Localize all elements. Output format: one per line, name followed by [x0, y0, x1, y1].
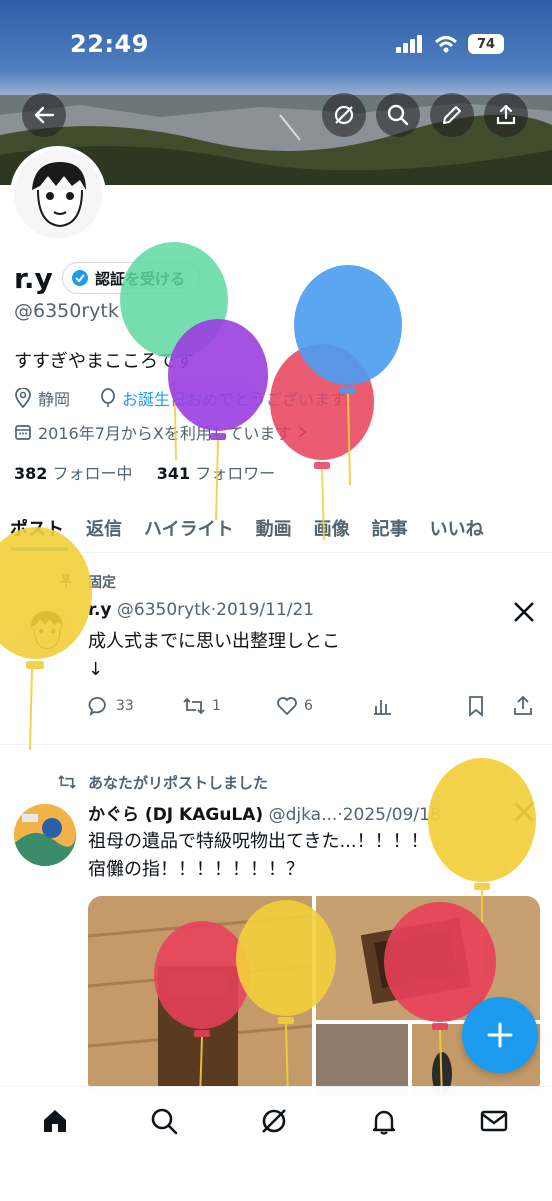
- search-button[interactable]: [376, 93, 420, 137]
- bottom-navigation: [0, 1086, 552, 1201]
- balloon-purple: [168, 319, 268, 521]
- home-icon: [44, 1110, 66, 1132]
- pencil-icon: [443, 106, 461, 124]
- nav-messages[interactable]: [474, 1101, 514, 1141]
- balloon-red-center: [154, 921, 250, 1100]
- balloon-red-right: [384, 902, 496, 1100]
- wifi-icon: [434, 36, 458, 53]
- profile-avatar[interactable]: [10, 146, 106, 242]
- grok-icon: [334, 105, 354, 125]
- battery-indicator: 74: [468, 34, 504, 54]
- nav-grok[interactable]: [254, 1101, 294, 1141]
- avatar-image: [14, 150, 102, 238]
- compose-button[interactable]: [462, 997, 538, 1073]
- grok-button[interactable]: [322, 93, 366, 137]
- signal-icon: [396, 35, 422, 53]
- status-icons: 74: [396, 34, 504, 54]
- share-icon: [496, 104, 516, 125]
- envelope-icon: [480, 1110, 508, 1132]
- edit-button[interactable]: [430, 93, 474, 137]
- balloon-yellow-center: [236, 900, 336, 1100]
- status-time: 22:49: [70, 30, 149, 58]
- grok-icon: [262, 1109, 286, 1133]
- back-button[interactable]: [22, 93, 66, 137]
- share-button[interactable]: [484, 93, 528, 137]
- plus-icon: [487, 1022, 513, 1048]
- arrow-left-icon: [34, 106, 55, 124]
- balloon-yellow-left: [0, 527, 92, 751]
- nav-search[interactable]: [144, 1101, 184, 1141]
- search-icon: [151, 1108, 178, 1135]
- nav-notifications[interactable]: [364, 1101, 404, 1141]
- bell-icon: [372, 1110, 396, 1135]
- manga-face-image: [14, 150, 102, 238]
- birthday-balloons-overlay: [0, 242, 536, 1100]
- search-icon: [387, 104, 409, 126]
- nav-home[interactable]: [35, 1101, 75, 1141]
